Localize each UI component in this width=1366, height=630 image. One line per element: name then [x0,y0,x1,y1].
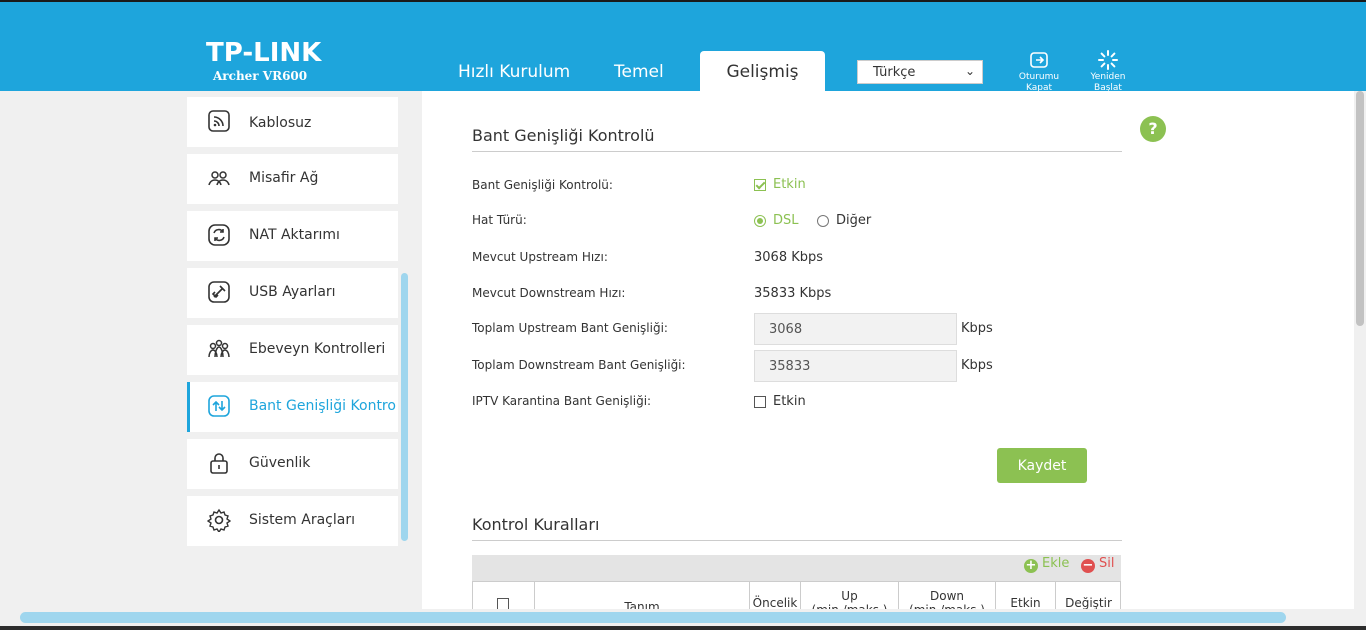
upstream-label: Mevcut Upstream Hızı: [472,250,608,264]
total-upstream-unit: Kbps [961,321,993,336]
sidebar-scrollbar[interactable] [401,273,408,541]
sidebar-item-security[interactable]: Güvenlik [187,439,398,489]
gear-icon [207,508,231,532]
language-select[interactable]: Türkçe ⌄ [857,60,983,84]
sidebar-item-label: USB Ayarları [249,284,336,300]
reboot-label: Yeniden Başlat [1090,72,1126,93]
sidebar-item-bandwidth-control[interactable]: Bant Genişliği Kontrolü [187,382,398,432]
sidebar-item-label: NAT Aktarımı [249,227,340,243]
upstream-value: 3068 Kbps [754,250,824,265]
sidebar-item-label: Güvenlik [249,455,311,471]
language-selected: Türkçe [873,65,916,80]
downstream-value: 35833 Kbps [754,286,832,301]
select-all-cell [473,582,534,609]
divider [472,151,1122,152]
select-all-checkbox[interactable] [497,598,509,609]
page-scrollbar[interactable] [1356,91,1364,326]
add-rule-button[interactable]: + Ekle [1024,556,1069,573]
sidebar-item-guest-network[interactable]: Misafir Ağ [187,154,398,204]
sidebar-item-label: Kablosuz [249,115,312,131]
column-header: Değiştir [1055,582,1121,609]
delete-rule-label: Sil [1099,556,1115,571]
sidebar-item-parental-controls[interactable]: Ebeveyn Kontrolleri [187,325,398,375]
nat-forwarding-icon [208,224,230,246]
top-header: TP-LINK Archer VR600 Hızlı Kurulum Temel… [0,0,1366,94]
parental-controls-icon [208,339,230,358]
logout-label: Oturumu Kapat [1018,72,1060,93]
column-header: Up (min./maks.) [800,582,898,609]
enable-label: Bant Genişliği Kontrolü: [472,178,613,192]
guest-network-icon [208,171,230,186]
model-name: Archer VR600 [213,69,308,83]
total-upstream-input[interactable]: 3068 [754,313,957,345]
sidebar-item-nat-forwarding[interactable]: NAT Aktarımı [187,211,398,261]
sidebar-item-label: Ebeveyn Kontrolleri [249,341,386,357]
brand-logo: TP-LINK [206,38,322,68]
sidebar-item-label: Sistem Araçları [249,512,355,528]
column-header: Down (min./maks.) [898,582,995,609]
help-icon[interactable]: ? [1140,116,1166,142]
add-rule-label: Ekle [1042,556,1070,571]
logout-button[interactable]: Oturumu Kapat [1011,50,1067,94]
column-header: Öncelik [749,582,800,609]
tab-advanced[interactable]: Gelişmiş [700,51,825,93]
sidebar-item-label: Misafir Ağ [249,170,319,186]
total-downstream-unit: Kbps [961,358,993,373]
sidebar-item-label: Bant Genişliği Kontrolü [249,398,397,414]
total-downstream-label: Toplam Downstream Bant Genişliği: [472,358,686,372]
rules-table-header: Tanım Öncelik Up (min./maks.) Down (min.… [472,581,1121,609]
sidebar-item-usb[interactable]: USB Ayarları [187,268,398,318]
reboot-button[interactable]: Yeniden Başlat [1080,50,1136,94]
downstream-label: Mevcut Downstream Hızı: [472,286,626,300]
line-type-other-radio[interactable] [817,215,829,227]
save-button[interactable]: Kaydet [997,448,1087,483]
line-type-label: Hat Türü: [472,213,527,227]
tab-quick-setup[interactable]: Hızlı Kurulum [458,62,570,82]
section-title-rules: Kontrol Kuralları [472,515,600,534]
logout-icon [1030,52,1048,68]
column-header: Etkin [995,582,1055,609]
total-downstream-input[interactable]: 35833 [754,350,957,382]
chevron-down-icon: ⌄ [964,64,975,78]
usb-icon [208,281,230,303]
iptv-checkbox[interactable] [754,396,766,408]
reboot-icon [1098,50,1118,70]
sidebar-item-wireless[interactable]: Kablosuz [187,97,398,147]
lock-icon [210,453,228,474]
tab-basic[interactable]: Temel [614,62,664,82]
wireless-icon [208,110,230,132]
section-title-bandwidth: Bant Genişliği Kontrolü [472,126,655,145]
bandwidth-icon [208,395,230,417]
sidebar-item-system-tools[interactable]: Sistem Araçları [187,496,398,546]
horizontal-scrollbar[interactable] [20,612,1286,623]
taskbar-strip [0,626,1366,630]
enable-option-label[interactable]: Etkin [773,177,806,192]
plus-icon: + [1024,558,1038,573]
column-header: Tanım [534,582,749,609]
line-type-dsl-radio[interactable] [754,215,766,227]
iptv-label: IPTV Karantina Bant Genişliği: [472,394,652,408]
minus-icon: − [1081,558,1095,573]
enable-checkbox[interactable] [754,179,766,191]
divider [472,540,1122,541]
line-type-other-label[interactable]: Diğer [836,213,871,228]
line-type-dsl-label[interactable]: DSL [773,213,799,228]
iptv-option-label[interactable]: Etkin [773,394,806,409]
main-panel: Bant Genişliği Kontrolü ? Bant Genişliği… [422,91,1354,609]
total-upstream-label: Toplam Upstream Bant Genişliği: [472,321,668,335]
delete-rule-button[interactable]: − Sil [1081,556,1114,573]
